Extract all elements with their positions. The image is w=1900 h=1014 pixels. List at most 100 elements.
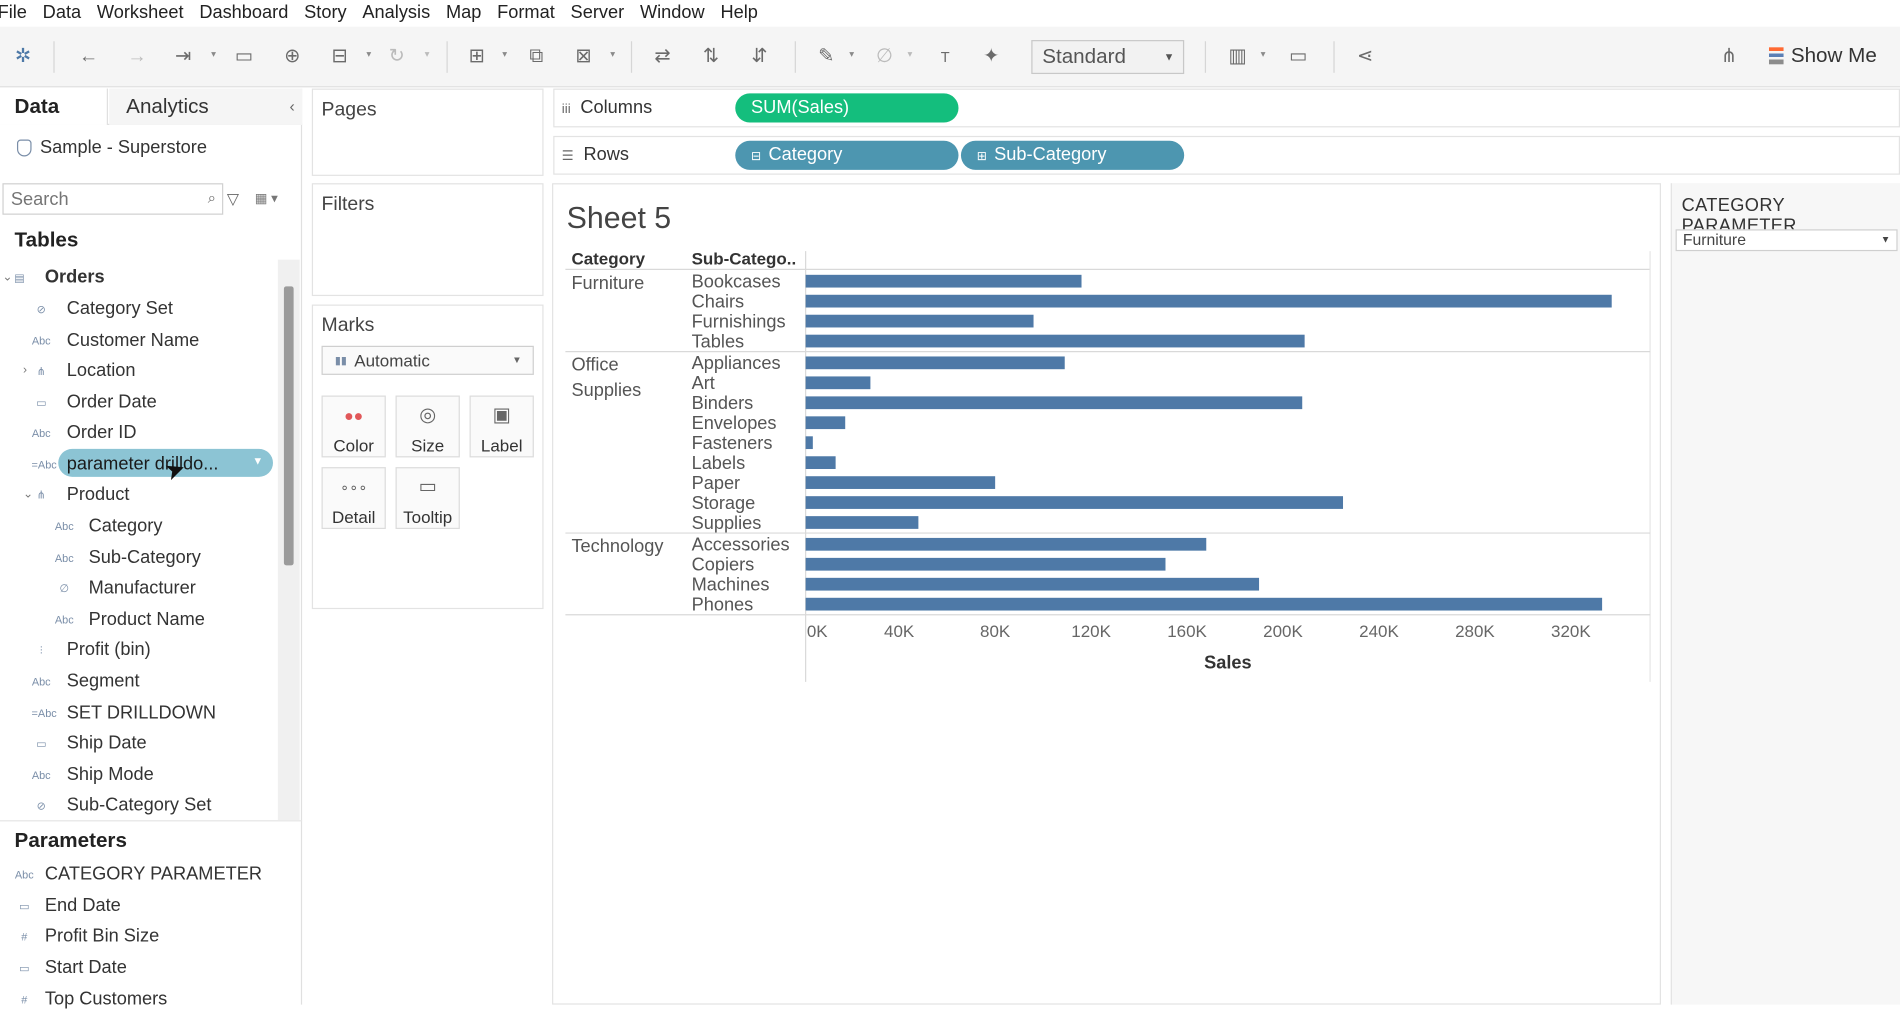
parameter-item[interactable]: Abc CATEGORY PARAMETER <box>0 860 302 889</box>
sort-ascending-icon[interactable]: ⇅ <box>700 46 722 68</box>
category-parameter-select[interactable]: Furniture ▼ <box>1675 229 1898 252</box>
bar-machines[interactable] <box>805 577 1260 591</box>
highlight-icon[interactable]: ✎ <box>815 46 837 68</box>
search-input[interactable] <box>3 184 223 214</box>
fix-axes-icon[interactable]: ✦ <box>980 46 1002 68</box>
search-box[interactable]: ⌕ <box>2 183 224 215</box>
bar-storage[interactable] <box>805 496 1344 509</box>
parameter-item[interactable]: # Profit Bin Size <box>0 923 302 952</box>
field-item[interactable]: ⌄ ▤ Orders <box>0 263 277 292</box>
field-item[interactable]: ⊘ Category Set <box>0 295 277 324</box>
menu-window[interactable]: Window <box>640 0 705 27</box>
rows-shelf[interactable]: ☰ Rows ⊟ Category ⊞ Sub-Category <box>553 135 1900 175</box>
chevron-right-icon[interactable]: › <box>23 357 27 386</box>
menu-server[interactable]: Server <box>571 0 625 27</box>
bar-phones[interactable] <box>805 597 1603 611</box>
field-item[interactable]: Abc Customer Name <box>0 326 277 355</box>
field-item[interactable]: ▭ Ship Date <box>0 729 277 758</box>
tab-analytics[interactable]: Analytics ‹ <box>109 88 303 125</box>
share-icon[interactable]: ⋖ <box>1354 46 1376 68</box>
menu-file[interactable]: File <box>0 0 27 27</box>
clear-caret-icon[interactable]: ▾ <box>610 49 615 60</box>
bar-bookcases[interactable] <box>805 274 1082 288</box>
pages-card[interactable]: Pages <box>311 88 544 176</box>
presentation-icon[interactable]: ▭ <box>1287 46 1309 68</box>
new-sheet-caret-icon[interactable]: ▾ <box>502 49 507 60</box>
parameter-item[interactable]: ▭ Start Date <box>0 954 302 983</box>
category-pill[interactable]: ⊟ Category <box>735 140 959 170</box>
tab-data[interactable]: Data <box>0 88 108 125</box>
mark-type-select[interactable]: ▮▮ Automatic ▼ <box>321 345 534 375</box>
parameter-item[interactable]: ▭ End Date <box>0 891 302 920</box>
bar-labels[interactable] <box>805 456 836 470</box>
undo-icon[interactable]: ← <box>78 46 100 68</box>
bar-furnishings[interactable] <box>805 314 1034 328</box>
fit-select[interactable]: Standard ▼ <box>1031 40 1185 75</box>
pause-caret-icon[interactable]: ▾ <box>366 49 371 60</box>
save-icon[interactable]: ▭ <box>233 46 255 68</box>
menu-format[interactable]: Format <box>497 0 555 27</box>
group-caret-icon[interactable]: ▾ <box>908 49 913 60</box>
parameter-item[interactable]: # Top Customers <box>0 985 302 1014</box>
field-item[interactable]: ⌄ ⋔ Product <box>0 480 277 509</box>
filter-icon[interactable]: ▽ <box>227 189 239 208</box>
collapse-pane-icon[interactable]: ‹ <box>290 89 295 125</box>
menu-analysis[interactable]: Analysis <box>362 0 430 27</box>
field-item[interactable]: ∅ Manufacturer <box>0 574 277 603</box>
bar-chairs[interactable] <box>805 294 1612 308</box>
show-me-button[interactable]: Show Me <box>1768 44 1877 68</box>
bar-tables[interactable] <box>805 334 1305 348</box>
bar-appliances[interactable] <box>805 356 1065 370</box>
search-icon[interactable]: ⌕ <box>208 189 216 207</box>
field-item[interactable]: ⫶ Profit (bin) <box>0 636 277 665</box>
field-item[interactable]: Abc Order ID <box>0 419 277 448</box>
bar-accessories[interactable] <box>805 537 1207 551</box>
size-button[interactable]: ◎ Size <box>395 395 460 458</box>
field-item[interactable]: Abc Product Name <box>0 605 277 634</box>
field-item[interactable]: Abc Segment <box>0 667 277 696</box>
field-item[interactable]: =Abc SET DRILLDOWN <box>0 699 277 728</box>
new-sheet-icon[interactable]: ⊞ <box>466 46 488 68</box>
field-item[interactable]: =Abc parameter drilldo... <box>0 450 277 479</box>
sort-descending-icon[interactable]: ⇵ <box>749 46 771 68</box>
bar-copiers[interactable] <box>805 557 1166 571</box>
columns-shelf[interactable]: iii Columns SUM(Sales) <box>553 88 1900 128</box>
datasource-item[interactable]: Sample - Superstore <box>16 137 207 158</box>
field-list-scrollbar[interactable] <box>277 259 300 821</box>
label-button[interactable]: ▣ Label <box>469 395 534 458</box>
sum-sales-pill[interactable]: SUM(Sales) <box>735 93 959 123</box>
view-options-icon[interactable]: ▦ ▾ <box>255 190 278 207</box>
swap-icon[interactable]: ⇄ <box>652 46 674 68</box>
cards-caret-icon[interactable]: ▾ <box>1261 49 1266 60</box>
sub-category-pill[interactable]: ⊞ Sub-Category <box>960 140 1185 170</box>
scroll-thumb[interactable] <box>283 286 294 566</box>
menu-map[interactable]: Map <box>446 0 481 27</box>
replay-caret-icon[interactable]: ▾ <box>211 49 216 60</box>
pause-updates-icon[interactable]: ⊟ <box>329 46 351 68</box>
field-item[interactable]: Abc Sub-Category <box>0 544 277 573</box>
show-cards-icon[interactable]: ▥ <box>1227 46 1249 68</box>
menu-worksheet[interactable]: Worksheet <box>97 0 184 27</box>
ask-data-icon[interactable]: ⋔ <box>1718 46 1740 68</box>
show-labels-icon[interactable]: T <box>934 46 956 68</box>
bar-envelopes[interactable] <box>805 416 846 430</box>
menu-help[interactable]: Help <box>720 0 757 27</box>
redo-icon[interactable]: → <box>126 46 148 68</box>
field-item[interactable]: Abc Ship Mode <box>0 761 277 790</box>
tableau-logo-icon[interactable]: ✲ <box>12 46 34 68</box>
field-item[interactable]: ⊘ Sub-Category Set <box>0 791 277 820</box>
field-item[interactable]: ▭ Order Date <box>0 388 277 417</box>
bar-fasteners[interactable] <box>805 436 813 450</box>
refresh-icon[interactable]: ↻ <box>386 46 408 68</box>
menu-dashboard[interactable]: Dashboard <box>199 0 288 27</box>
menu-data[interactable]: Data <box>43 0 81 27</box>
group-icon[interactable]: ∅ <box>874 46 896 68</box>
filters-card[interactable]: Filters <box>311 183 544 297</box>
bar-binders[interactable] <box>805 396 1303 410</box>
tooltip-button[interactable]: ▭ Tooltip <box>395 467 460 529</box>
field-item[interactable]: › ⋔ Location <box>0 357 277 386</box>
duplicate-sheet-icon[interactable]: ⧉ <box>525 46 547 68</box>
color-button[interactable]: ●● Color <box>321 395 386 458</box>
detail-button[interactable]: ∘∘∘ Detail <box>321 467 386 529</box>
field-item[interactable]: Abc Category <box>0 512 277 541</box>
